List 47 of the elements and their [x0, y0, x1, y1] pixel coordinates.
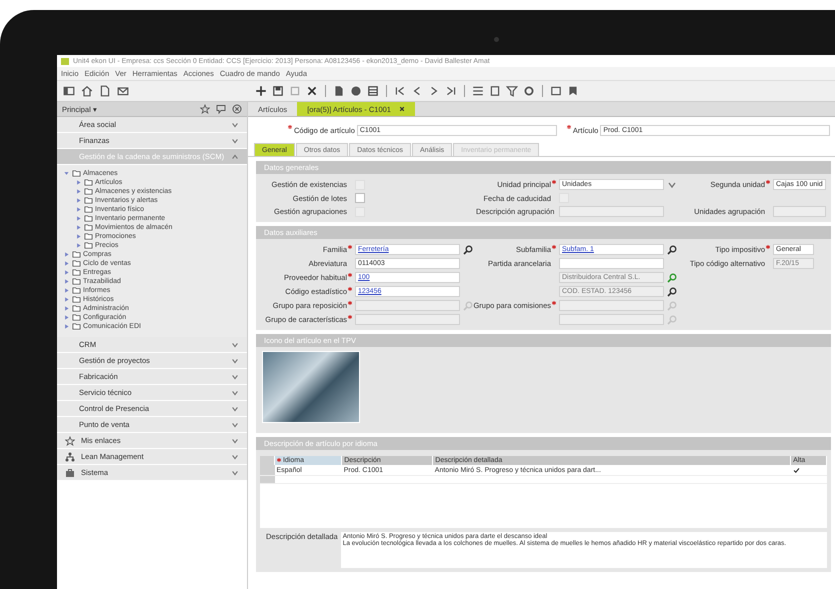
input-field[interactable]	[559, 258, 664, 269]
star-icon	[200, 104, 210, 114]
tree-toggle-icon[interactable]	[75, 233, 82, 240]
tree-toggle-icon[interactable]	[63, 314, 70, 321]
grid-icon[interactable]	[367, 85, 379, 97]
tree-toggle-icon[interactable]	[63, 287, 70, 294]
mail-icon[interactable]	[117, 85, 129, 97]
list-icon[interactable]	[472, 85, 484, 97]
bookmark-icon[interactable]	[567, 85, 579, 97]
briefcase-icon	[65, 468, 75, 478]
window-icon[interactable]	[550, 85, 562, 97]
close-icon	[232, 104, 242, 114]
tree-toggle-icon[interactable]	[75, 242, 82, 249]
hierarchy-icon	[65, 452, 75, 462]
panel-icon[interactable]	[63, 85, 75, 97]
tree-toggle-icon[interactable]	[75, 188, 82, 195]
tree-toggle-icon[interactable]	[75, 179, 82, 186]
save-icon[interactable]	[272, 85, 284, 97]
speech-bubble-icon	[216, 104, 226, 114]
filter-icon[interactable]	[506, 85, 518, 97]
page-icon[interactable]	[333, 85, 345, 97]
tree-toggle-icon[interactable]	[75, 206, 82, 213]
tree-toggle-icon[interactable]	[63, 305, 70, 312]
search-icon[interactable]	[667, 244, 677, 254]
search-icon[interactable]	[463, 244, 473, 254]
document-icon[interactable]	[99, 85, 111, 97]
last-icon[interactable]	[445, 85, 457, 97]
close-icon[interactable]	[306, 85, 318, 97]
tree-toggle-icon[interactable]	[63, 260, 70, 267]
collapse-caret-icon	[231, 152, 239, 160]
home-icon[interactable]	[81, 85, 93, 97]
checkbox[interactable]	[792, 466, 801, 474]
star-icon	[65, 436, 75, 446]
first-icon[interactable]	[394, 85, 406, 97]
app-icon	[61, 58, 69, 64]
checkbox[interactable]	[355, 193, 365, 203]
tree-toggle-icon[interactable]	[75, 224, 82, 231]
tree-toggle-icon[interactable]	[75, 197, 82, 204]
tree-toggle-icon[interactable]	[75, 215, 82, 222]
tree-toggle-icon[interactable]	[63, 296, 70, 303]
tree-toggle-icon[interactable]	[63, 269, 70, 276]
tree-toggle-icon[interactable]	[63, 170, 70, 177]
add-icon[interactable]	[255, 85, 267, 97]
tree-toggle-icon[interactable]	[63, 251, 70, 258]
close-icon[interactable]	[398, 106, 405, 112]
tree-toggle-icon[interactable]	[63, 323, 70, 330]
tree-toggle-icon[interactable]	[63, 278, 70, 285]
